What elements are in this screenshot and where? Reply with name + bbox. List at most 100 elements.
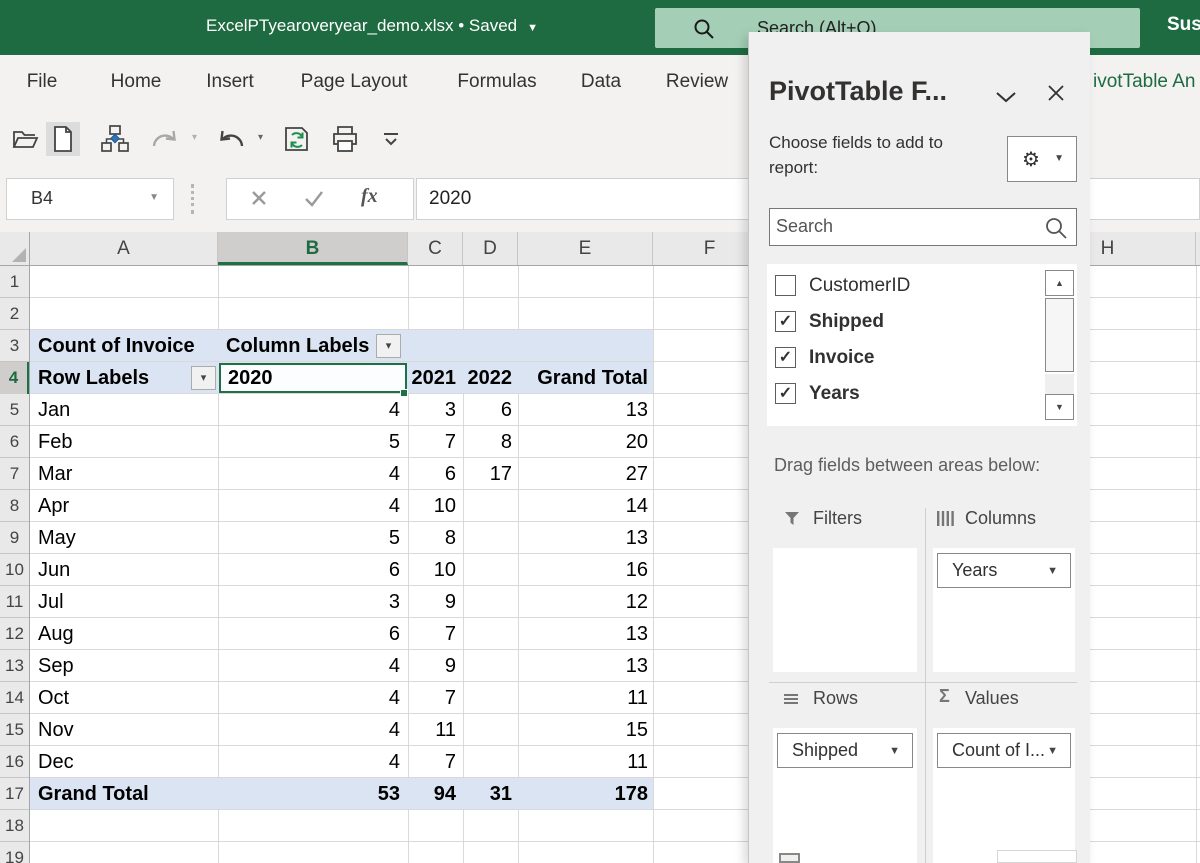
pivot-value-mar-D[interactable]: 17 [490,458,512,490]
pivot-row-label-sep[interactable]: Sep [38,650,74,682]
pivot-value-apr-C[interactable]: 10 [434,490,456,522]
row-header-16[interactable]: 16 [0,746,29,778]
new-file-icon[interactable] [46,122,80,156]
pivot-row-label-mar[interactable]: Mar [38,458,72,490]
undo-icon[interactable] [214,122,248,156]
column-labels-filter-button[interactable]: ▾ [376,334,401,358]
defer-layout-checkbox-partial[interactable] [779,853,800,863]
row-header-19[interactable]: 19 [0,842,29,863]
row-header-3[interactable]: 3 [0,330,29,362]
ribbon-tab-file[interactable]: File [27,71,58,93]
tab-pivottable-analyze-partial[interactable]: ivotTable An [1093,71,1195,93]
pivot-cell-b4[interactable]: 2020 [228,362,273,394]
pivot-cell-b3[interactable]: Column Labels [226,330,369,362]
pivot-row-label-oct[interactable]: Oct [38,682,69,714]
user-name[interactable]: Sus [1167,14,1200,36]
toolbar-overflow-icon[interactable] [374,122,408,156]
scroll-down-button[interactable]: ▼ [1045,394,1074,420]
row-header-10[interactable]: 10 [0,554,29,586]
name-box[interactable]: B4 ▼ [6,178,174,220]
pivot-value-may-C[interactable]: 8 [445,522,456,554]
pivot-cell-e4[interactable]: Grand Total [537,362,648,394]
scrollbar-track[interactable] [1045,374,1074,394]
insert-function-icon[interactable]: fx [361,185,378,208]
fill-handle[interactable] [400,389,408,397]
pivot-value-jun-E[interactable]: 16 [626,554,648,586]
filters-drop-zone[interactable] [773,548,917,672]
pivot-value-sep-E[interactable]: 13 [626,650,648,682]
select-all-corner[interactable] [0,232,30,265]
pivot-value-aug-B[interactable]: 6 [389,618,400,650]
scroll-up-button[interactable]: ▲ [1045,270,1074,296]
pivot-value-may-E[interactable]: 13 [626,522,648,554]
pivot-row-label-apr[interactable]: Apr [38,490,69,522]
ribbon-tab-page-layout[interactable]: Page Layout [301,71,408,93]
pivot-value-jul-C[interactable]: 9 [445,586,456,618]
pivot-value-jan-C[interactable]: 3 [445,394,456,426]
pivot-value-jun-B[interactable]: 6 [389,554,400,586]
ribbon-tab-data[interactable]: Data [581,71,621,93]
pivot-value-nov-C[interactable]: 11 [435,714,456,746]
redo-icon[interactable] [148,122,182,156]
row-header-7[interactable]: 7 [0,458,29,490]
pivot-grand-total-D[interactable]: 31 [490,778,512,810]
redo-dropdown-caret-icon[interactable]: ▾ [192,132,197,143]
open-icon[interactable] [8,122,42,156]
scrollbar-thumb[interactable] [1045,298,1074,372]
pivot-value-mar-E[interactable]: 27 [626,458,648,490]
row-labels-filter-button[interactable]: ▾ [191,366,216,390]
row-header-15[interactable]: 15 [0,714,29,746]
pill-dropdown-caret-icon[interactable]: ▼ [1047,745,1058,757]
pivot-value-apr-B[interactable]: 4 [389,490,400,522]
print-preview-icon[interactable] [328,122,362,156]
document-title[interactable]: ExcelPTyearoveryear_demo.xlsx • Saved▼ [206,16,538,36]
pivot-cell-a4[interactable]: Row Labels [38,362,149,394]
ribbon-tab-review[interactable]: Review [666,71,728,93]
row-header-11[interactable]: 11 [0,586,29,618]
pivot-grand-total-label[interactable]: Grand Total [38,778,149,810]
pivot-value-nov-E[interactable]: 15 [626,714,648,746]
row-header-14[interactable]: 14 [0,682,29,714]
pivot-value-feb-B[interactable]: 5 [389,426,400,458]
pivot-value-jan-B[interactable]: 4 [389,394,400,426]
column-header-A[interactable]: A [30,232,218,265]
pivot-value-dec-E[interactable]: 11 [627,746,648,778]
panel-close-icon[interactable] [1047,84,1065,107]
name-box-caret-icon[interactable]: ▼ [149,192,159,203]
pivot-value-jan-E[interactable]: 13 [626,394,648,426]
pivot-cell-a3[interactable]: Count of Invoice [38,330,195,362]
row-header-9[interactable]: 9 [0,522,29,554]
tools-gear-button[interactable]: ⚙▼ [1007,136,1077,182]
panel-options-chevron-icon[interactable] [995,90,1017,108]
row-header-4[interactable]: 4 [0,362,29,394]
pivot-row-label-dec[interactable]: Dec [38,746,74,778]
pivot-row-label-jan[interactable]: Jan [38,394,70,426]
field-item-invoice[interactable]: ✓Invoice [767,344,1037,374]
pivot-value-aug-E[interactable]: 13 [626,618,648,650]
column-header-C[interactable]: C [408,232,463,265]
pivot-value-jun-C[interactable]: 10 [434,554,456,586]
row-header-2[interactable]: 2 [0,298,29,330]
pivot-value-apr-E[interactable]: 14 [626,490,648,522]
pivot-value-dec-C[interactable]: 7 [445,746,456,778]
ribbon-tab-home[interactable]: Home [111,71,162,93]
pivot-row-label-may[interactable]: May [38,522,76,554]
field-checkbox-unchecked[interactable] [775,275,796,296]
field-item-years[interactable]: ✓Years [767,380,1037,410]
confirm-entry-icon[interactable] [303,188,325,213]
row-header-13[interactable]: 13 [0,650,29,682]
row-header-12[interactable]: 12 [0,618,29,650]
row-header-17[interactable]: 17 [0,778,29,810]
pivot-grand-total-C[interactable]: 94 [434,778,456,810]
save-refresh-icon[interactable] [280,122,314,156]
pivot-value-oct-E[interactable]: 11 [627,682,648,714]
pivot-value-may-B[interactable]: 5 [389,522,400,554]
pivot-row-label-aug[interactable]: Aug [38,618,74,650]
field-checkbox-checked[interactable]: ✓ [775,383,796,404]
field-item-shipped[interactable]: ✓Shipped [767,308,1037,338]
pivot-value-jul-E[interactable]: 12 [626,586,648,618]
row-header-18[interactable]: 18 [0,810,29,842]
pivot-value-dec-B[interactable]: 4 [389,746,400,778]
pivot-value-feb-D[interactable]: 8 [501,426,512,458]
pill-dropdown-caret-icon[interactable]: ▼ [1047,565,1058,577]
